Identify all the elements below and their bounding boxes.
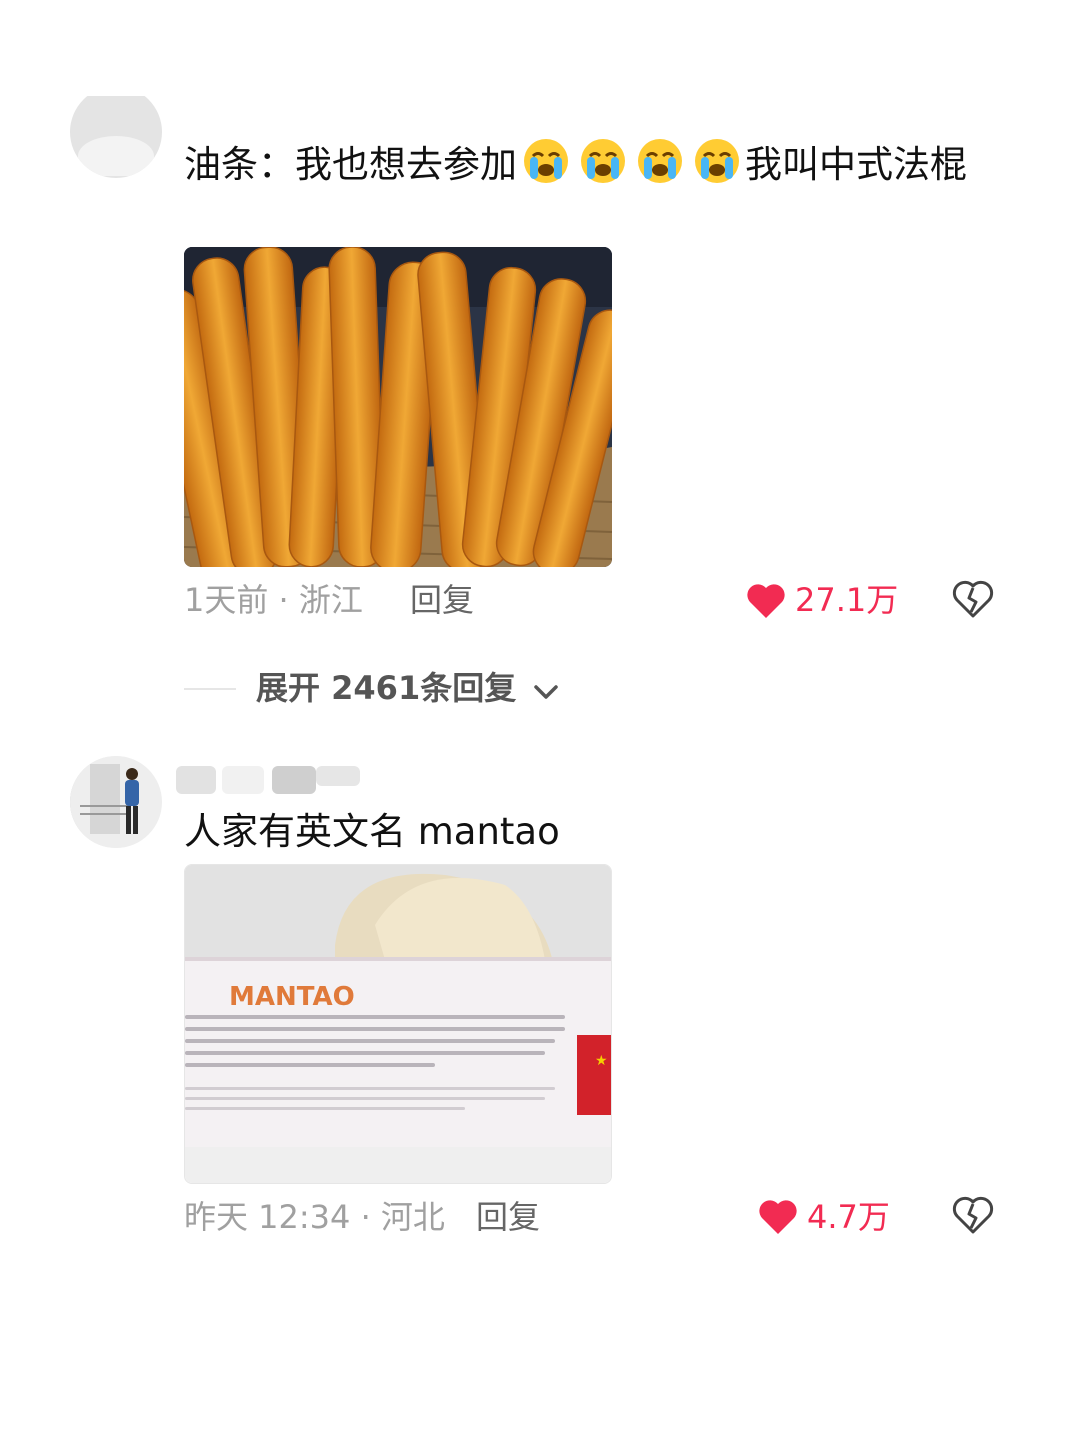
youtiao-photo[interactable] xyxy=(184,247,612,567)
mantao-photo[interactable]: ★ MANTAO xyxy=(184,864,612,1184)
heart-icon[interactable] xyxy=(746,582,786,620)
loudly-crying-face-icon xyxy=(578,136,628,186)
comment-meta: 1天前 · 浙江 xyxy=(184,581,363,619)
like-count: 27.1万 xyxy=(795,581,899,619)
like-count: 4.7万 xyxy=(807,1198,890,1236)
comment-text-suffix: 我叫中式法棍 xyxy=(745,143,967,186)
loudly-crying-face-icon xyxy=(692,136,742,186)
comment-text: 油条：我也想去参加 我叫中式法棍 xyxy=(184,136,984,191)
username-blurred[interactable] xyxy=(176,762,362,796)
reply-button[interactable]: 回复 xyxy=(476,1197,540,1237)
comment-meta: 昨天 12:34 · 河北 xyxy=(184,1198,445,1236)
chevron-down-icon xyxy=(533,669,559,711)
svg-text:★: ★ xyxy=(595,1053,608,1069)
loudly-crying-face-icon xyxy=(521,136,571,186)
avatar[interactable] xyxy=(70,96,162,178)
comment-text-prefix: 油条：我也想去参加 xyxy=(184,143,517,186)
mantao-label: MANTAO xyxy=(229,982,355,1012)
heart-icon[interactable] xyxy=(758,1198,798,1236)
broken-heart-icon[interactable] xyxy=(952,580,994,620)
broken-heart-icon[interactable] xyxy=(952,1196,994,1236)
reply-button[interactable]: 回复 xyxy=(410,580,474,620)
expand-replies-label: 展开 2461条回复 xyxy=(256,669,517,707)
avatar[interactable] xyxy=(70,756,162,848)
comment-text: 人家有英文名 mantao xyxy=(184,810,560,853)
loudly-crying-face-icon xyxy=(635,136,685,186)
expand-divider xyxy=(184,688,236,690)
expand-replies-button[interactable]: 展开 2461条回复 xyxy=(256,667,559,711)
